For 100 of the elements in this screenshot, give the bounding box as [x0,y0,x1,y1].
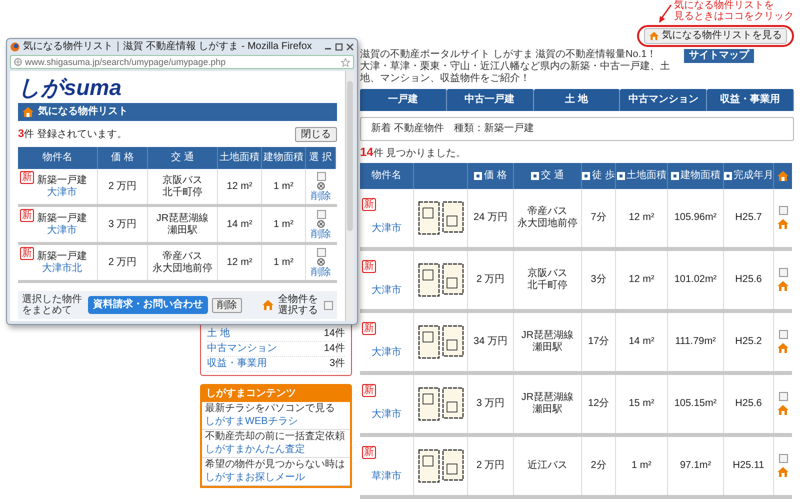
category-link[interactable]: 土 地 [207,328,230,340]
scrollbar[interactable] [345,71,354,321]
checkbox[interactable] [316,248,326,256]
sort-icon[interactable] [670,172,678,180]
house-icon [777,466,789,478]
walk-cell: 12分 [582,375,616,433]
column-label: 土地面積 [626,170,666,182]
building-area-cell: 1 m² [262,169,306,204]
contents-link[interactable]: しがすまかんたん査定 [205,443,347,456]
column-label: 建物面積 [680,170,720,182]
transit-cell: JR琵琶湖線 瀬田駅 [514,375,582,433]
transit-cell: JR琵琶湖線 瀬田駅 [148,207,218,242]
checkbox[interactable] [778,454,788,463]
walk-cell: 2分 [582,437,616,495]
checkbox[interactable] [778,206,788,215]
completion-cell: H25.2 [724,313,774,371]
favorites-list-button[interactable]: 気になる物件リストを見る [644,28,787,44]
checkbox[interactable] [324,300,333,310]
column-header[interactable]: 価 格 [468,163,514,189]
sort-icon[interactable] [531,172,540,180]
sort-icon[interactable] [474,172,482,180]
new-badge: 新 [362,446,376,459]
location-link[interactable]: 大津市 [362,347,411,359]
building-area-cell: 101.02m² [668,251,724,309]
transit-cell: 京阪バス 北千町停 [148,169,218,204]
checkbox[interactable] [778,330,788,339]
contents-link[interactable]: しがすまお探しメール [205,471,347,484]
building-area-cell: 105.15m² [668,375,724,433]
browser-logo-icon [10,42,20,52]
sort-icon[interactable] [582,172,590,180]
property-type: 新築一戸建 [37,213,87,224]
sitemap-button[interactable]: サイトマップ [684,49,754,63]
contents-link[interactable]: しがすまWEBチラシ [205,415,347,428]
checkbox[interactable] [316,172,326,180]
land-area-cell: 14 m² [218,207,262,242]
close-icon[interactable] [346,43,354,51]
close-button[interactable]: 閉じる [295,127,337,142]
search-condition: 新着 不動産物件 種類：新築一戸建 [360,117,794,141]
property-type: 新築一戸建 [37,175,87,186]
checkbox[interactable] [316,210,326,218]
site-tagline: 大津・草津・栗東・守山・近江八幡など県内の新築・中古一戸建、土地、マンション、収益物件をご紹介！ [360,61,671,85]
category-link[interactable]: 中古マンション [207,343,277,355]
new-badge: 新 [362,322,376,335]
nav-tab[interactable]: 中古マンション [620,89,708,111]
checkbox[interactable] [778,268,788,277]
location-link[interactable]: 大津市 [362,285,411,297]
completion-cell: H25.6 [724,375,774,433]
category-link[interactable]: 収益・事業用 [207,358,267,370]
nav-tab[interactable]: 土 地 [534,89,620,111]
globe-icon [14,58,22,66]
delete-icon[interactable] [317,220,325,228]
request-button[interactable]: 資料請求・お問い合わせ [88,296,208,314]
delete-icon[interactable] [317,182,325,190]
house-icon [777,342,789,354]
location-link[interactable]: 大津市 [47,187,77,199]
nav-tab[interactable]: 収益・事業用 [707,89,794,111]
column-label: 物件名 [372,170,402,182]
nav-tab[interactable]: 一戸建 [360,89,447,111]
checkbox[interactable] [778,392,788,401]
price-cell: 2 万円 [468,251,514,309]
location-link[interactable]: 大津市 [362,223,411,235]
delete-link[interactable]: 削除 [311,266,331,278]
price-cell: 24 万円 [468,189,514,247]
maximize-icon[interactable] [335,43,343,51]
column-header: 交 通 [148,147,218,169]
column-header: 土地面積 [218,147,262,169]
location-link[interactable]: 大津市北 [42,263,82,275]
new-badge: 新 [362,198,376,211]
delete-link[interactable]: 削除 [311,228,331,240]
category-count: 3件 [329,358,345,370]
location-link[interactable]: 大津市 [47,225,77,237]
address-bar[interactable]: www.shigasuma.jp/search/umypage/umypage.php [10,55,354,69]
property-type: 新築一戸建 [37,251,87,262]
star-icon[interactable] [341,58,350,66]
delete-button[interactable]: 削除 [212,298,242,312]
delete-link[interactable]: 削除 [311,190,331,202]
location-link[interactable]: 大津市 [362,409,411,421]
house-icon [777,218,789,230]
walk-cell: 17分 [582,313,616,371]
land-area-cell: 14 m² [616,313,668,371]
transit-cell: 近江バス [514,437,582,495]
column-header: 建物面積 [262,147,306,169]
house-icon [262,299,274,311]
transit-cell: 帝産バス 永大団地前停 [148,245,218,280]
column-header[interactable]: 建物面積 [668,163,724,189]
sort-icon[interactable] [616,172,624,180]
column-header[interactable]: 完成年月 [724,163,774,189]
walk-cell: 7分 [582,189,616,247]
completion-cell: H25.7 [724,189,774,247]
saved-count-text: 件 登録されています。 [24,128,127,141]
delete-icon[interactable] [317,258,325,266]
column-header[interactable]: 徒 歩 [582,163,616,189]
scrollbar-thumb[interactable] [347,81,353,231]
land-area-cell: 12 m² [616,251,668,309]
heading-text: 気になる物件リスト [38,106,128,118]
column-label: 完成年月 [734,170,774,182]
column-header[interactable]: 交 通 [514,163,582,189]
location-link[interactable]: 草津市 [362,471,411,483]
column-header[interactable]: 土地面積 [616,163,668,189]
nav-tab[interactable]: 中古一戸建 [446,89,534,111]
